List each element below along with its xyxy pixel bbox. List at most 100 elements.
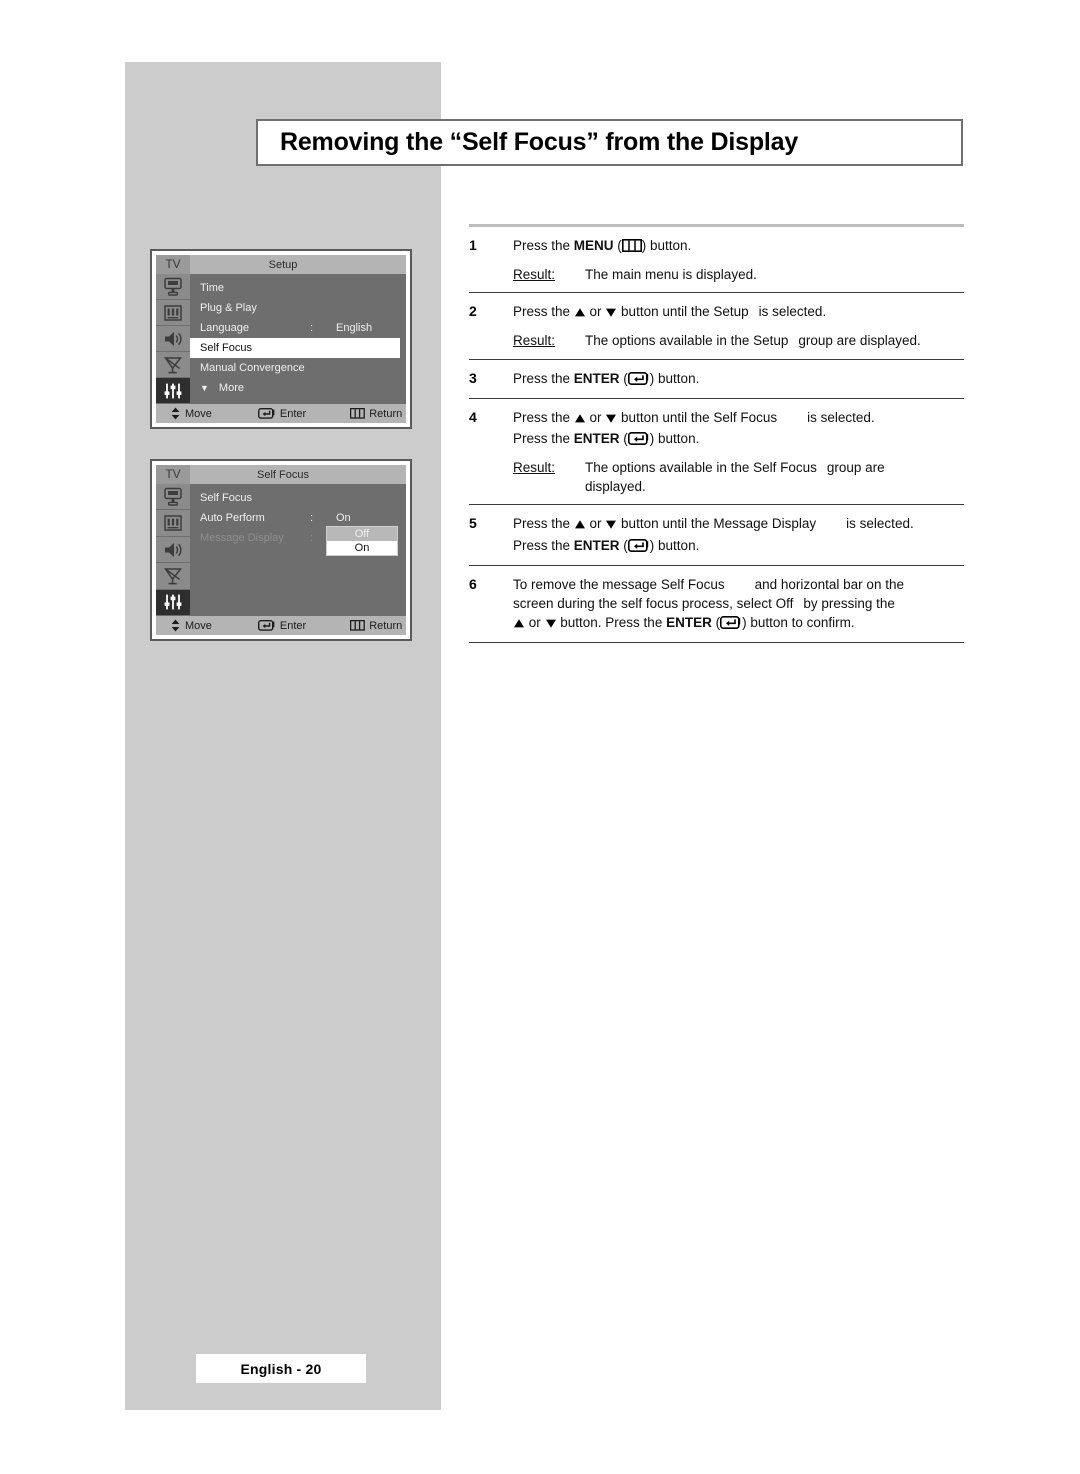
- step-text: To remove the message Self Focus: [513, 576, 725, 592]
- page-footer-label: English - 20: [240, 1360, 322, 1377]
- osd-status-label: Move: [185, 407, 212, 420]
- step-text: Press the: [513, 430, 574, 446]
- osd-category-setup-sliders-icon[interactable]: [156, 378, 190, 404]
- osd-menu-item[interactable]: Manual Convergence: [190, 358, 406, 378]
- osd-item-label: Self Focus: [200, 342, 252, 354]
- osd-status-label: Move: [185, 619, 212, 632]
- step-line: Press the or button until the Message Di…: [513, 514, 964, 535]
- up-arrow-icon: [574, 304, 586, 323]
- instruction-step: 1 Press the MENU () button. Result: The mai…: [469, 227, 964, 292]
- step-result-line: The options available in the Setup group …: [585, 331, 964, 350]
- step-body: Press the MENU () button. Result: The main…: [513, 236, 964, 284]
- osd-category-picture-icon[interactable]: [156, 274, 190, 300]
- step-result-text: The options available in the Self Focus g…: [585, 458, 964, 496]
- osd-category-speaker-icon[interactable]: [156, 326, 190, 352]
- osd-category-bars-icon[interactable]: [156, 510, 190, 537]
- step-text: Press the: [513, 537, 574, 553]
- osd-statusbar: Move Enter Return: [156, 404, 406, 423]
- step-result-label: Result:: [513, 267, 556, 283]
- enter-button-icon: [627, 538, 650, 557]
- step-text: and horizontal bar on the: [754, 576, 904, 592]
- osd-category-picture-icon[interactable]: [156, 484, 190, 511]
- osd-menu-title: Setup: [268, 258, 298, 271]
- step-line: Press the ENTER () button.: [513, 536, 964, 557]
- step-text: group are: [826, 460, 885, 476]
- down-arrow-icon: [605, 516, 617, 535]
- osd-item-value: English: [336, 322, 373, 334]
- step-text: Press the: [513, 304, 574, 320]
- step-result-text: The options available in the Setup group …: [585, 331, 964, 350]
- step-text: (: [619, 430, 628, 446]
- chevron-down-icon: ▼: [200, 383, 209, 393]
- step-number: 5: [469, 515, 477, 532]
- osd-item-value: On: [336, 512, 351, 524]
- step-text: Press the: [513, 370, 574, 386]
- down-arrow-icon: [605, 410, 617, 429]
- osd-menu-item[interactable]: Plug & Play: [190, 298, 406, 318]
- up-arrow-icon: [574, 516, 586, 535]
- step-number: 3: [469, 369, 477, 386]
- osd-option-dropdown[interactable]: Off On: [326, 526, 398, 556]
- move-icon: [170, 619, 185, 632]
- step-number: 2: [469, 303, 477, 320]
- step-result: Result: The main menu is displayed.: [513, 265, 964, 284]
- step-line: Press the ENTER () button.: [513, 429, 964, 450]
- osd-item-label: Plug & Play: [200, 302, 257, 314]
- step-result-text: The main menu is displayed.: [585, 265, 964, 284]
- osd-category-satellite-dish-icon[interactable]: [156, 563, 190, 590]
- move-icon: [170, 407, 185, 420]
- osd-menu-item[interactable]: Language: English: [190, 318, 406, 338]
- return-icon: [350, 620, 369, 631]
- step-text: is selected.: [807, 409, 875, 425]
- osd-status-label: Enter: [279, 407, 307, 420]
- osd-item-label: More: [218, 382, 244, 394]
- step-text: (: [619, 537, 628, 553]
- step-text: button until the Self Focus: [617, 409, 778, 425]
- osd-item-label: Self Focus: [200, 492, 252, 504]
- step-text: by pressing the: [803, 595, 895, 611]
- osd-menu-item[interactable]: Self Focus: [190, 488, 406, 508]
- osd-category-setup-sliders-icon[interactable]: [156, 589, 190, 617]
- up-arrow-icon: [513, 615, 525, 634]
- step-text: ) button.: [649, 370, 700, 386]
- osd-menu-item[interactable]: Self Focus: [190, 338, 400, 358]
- enter-key-icon: [257, 620, 280, 631]
- step-line: or button. Press the ENTER () button to …: [513, 613, 964, 634]
- osd-status-label: Return: [369, 407, 403, 420]
- step-result-label: Result:: [513, 460, 556, 476]
- step-line: Press the MENU () button.: [513, 236, 964, 257]
- osd-dropdown-option[interactable]: Off: [327, 527, 397, 541]
- osd-category-satellite-dish-icon[interactable]: [156, 352, 190, 378]
- osd-menu-item[interactable]: Time: [190, 278, 406, 298]
- step-text: button. Press the: [556, 615, 667, 631]
- step-text: (: [711, 615, 721, 631]
- step-text: (: [613, 238, 622, 253]
- osd-status-return: Return: [350, 408, 402, 420]
- osd-source-tag: TV: [156, 255, 190, 274]
- osd-category-bars-icon[interactable]: [156, 300, 190, 326]
- osd-item-label: Language: [200, 322, 249, 334]
- step-text: button until the Setup: [617, 304, 749, 320]
- osd-category-speaker-icon[interactable]: [156, 536, 190, 564]
- page-title: Removing the “Self Focus” from the Displ…: [280, 128, 799, 156]
- osd-menu-item[interactable]: Auto Perform: On: [190, 508, 406, 528]
- step-result-label: Result:: [513, 333, 556, 349]
- step-line: screen during the self focus process, se…: [513, 594, 964, 613]
- enter-button-icon: [720, 615, 742, 634]
- step-keyword: ENTER: [666, 615, 712, 631]
- osd-status-label: Return: [369, 619, 403, 632]
- step-body: Press the ENTER () button.: [513, 369, 964, 390]
- osd-status-move: Move: [170, 407, 212, 420]
- instruction-step: 3 Press the ENTER () button.: [469, 360, 964, 398]
- osd-dropdown-option[interactable]: On: [327, 541, 397, 555]
- osd-menu-item[interactable]: ▼ More: [190, 378, 406, 398]
- step-keyword: ENTER: [573, 537, 620, 553]
- step-text: ) button to confirm.: [742, 615, 855, 631]
- osd-item-colon: :: [310, 512, 314, 524]
- osd-item-label: Manual Convergence: [200, 362, 305, 374]
- step-number: 1: [469, 237, 477, 253]
- step-result-line: displayed.: [585, 479, 646, 495]
- osd-titlebar: TV Self Focus: [156, 465, 406, 484]
- step-line: Press the or button until the Setup is se…: [513, 302, 964, 323]
- step-separator: [469, 642, 964, 644]
